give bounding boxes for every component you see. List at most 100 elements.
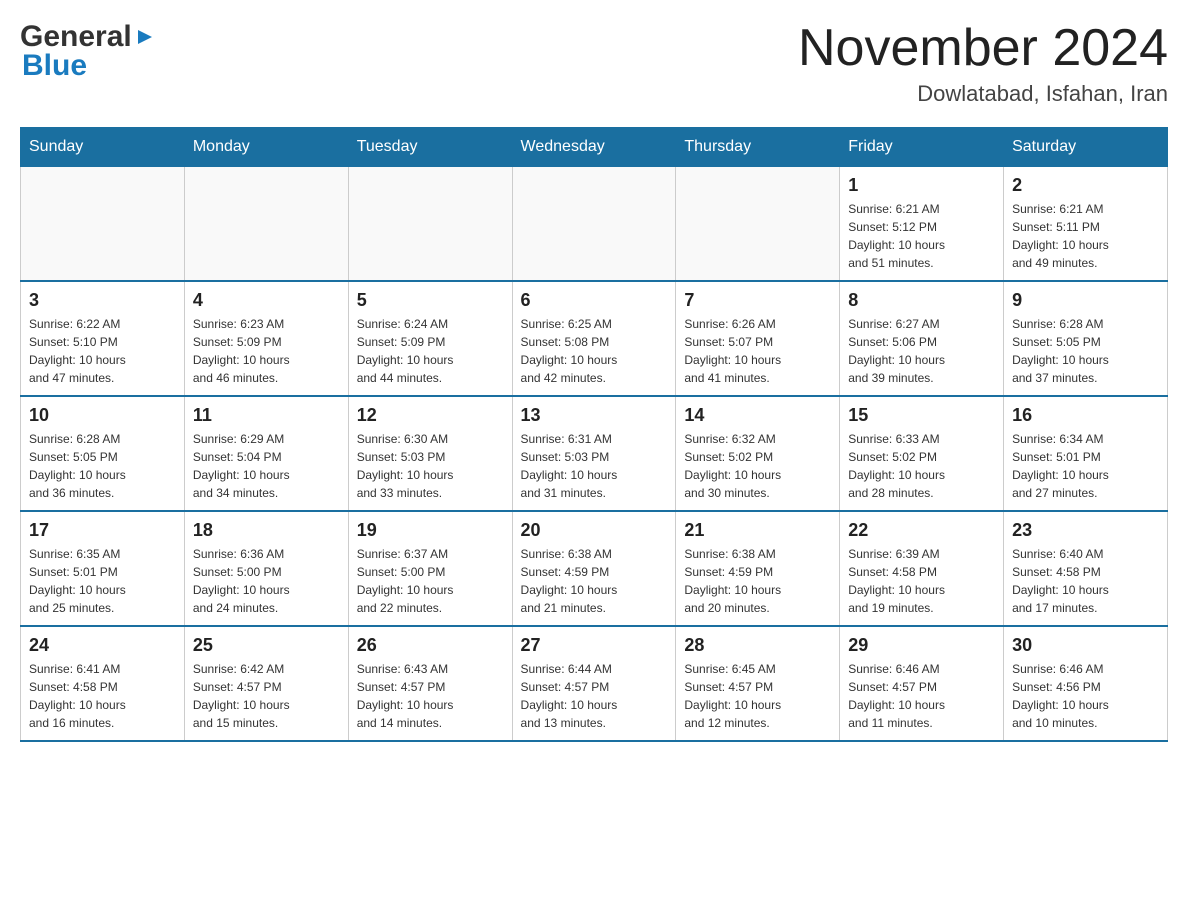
weekday-header-thursday: Thursday	[676, 128, 840, 167]
calendar-cell: 15Sunrise: 6:33 AMSunset: 5:02 PMDayligh…	[840, 396, 1004, 511]
day-info: Sunrise: 6:38 AMSunset: 4:59 PMDaylight:…	[684, 545, 831, 617]
calendar-cell: 21 Sunrise: 6:38 AMSunset: 4:59 PMDayligh…	[676, 511, 840, 626]
day-number: 16	[1012, 405, 1159, 426]
calendar-cell: 19 Sunrise: 6:37 AMSunset: 5:00 PMDayligh…	[348, 511, 512, 626]
day-number: 5	[357, 290, 504, 311]
day-info: Sunrise: 6:22 AMSunset: 5:10 PMDaylight:…	[29, 315, 176, 387]
calendar-cell: 9 Sunrise: 6:28 AMSunset: 5:05 PMDaylight…	[1004, 281, 1168, 396]
calendar-cell	[676, 167, 840, 282]
day-info: Sunrise: 6:25 AMSunset: 5:08 PMDaylight:…	[521, 315, 668, 387]
calendar-cell: 12 Sunrise: 6:30 AMSunset: 5:03 PMDayligh…	[348, 396, 512, 511]
day-info: Sunrise: 6:28 AMSunset: 5:05 PMDaylight:…	[29, 430, 176, 502]
day-info: Sunrise: 6:24 AMSunset: 5:09 PMDaylight:…	[357, 315, 504, 387]
day-number: 1	[848, 175, 995, 196]
weekday-header-monday: Monday	[184, 128, 348, 167]
day-info: Sunrise: 6:46 AMSunset: 4:56 PMDaylight:…	[1012, 660, 1159, 732]
day-info: Sunrise: 6:27 AMSunset: 5:06 PMDaylight:…	[848, 315, 995, 387]
weekday-header-tuesday: Tuesday	[348, 128, 512, 167]
day-info: Sunrise: 6:44 AMSunset: 4:57 PMDaylight:…	[521, 660, 668, 732]
calendar-cell: 16 Sunrise: 6:34 AMSunset: 5:01 PMDayligh…	[1004, 396, 1168, 511]
calendar-cell: 28 Sunrise: 6:45 AMSunset: 4:57 PMDayligh…	[676, 626, 840, 741]
calendar-cell	[512, 167, 676, 282]
calendar-cell: 22 Sunrise: 6:39 AMSunset: 4:58 PMDayligh…	[840, 511, 1004, 626]
calendar-cell: 25 Sunrise: 6:42 AMSunset: 4:57 PMDayligh…	[184, 626, 348, 741]
day-info: Sunrise: 6:21 AMSunset: 5:11 PMDaylight:…	[1012, 200, 1159, 272]
day-number: 27	[521, 635, 668, 656]
day-info: Sunrise: 6:21 AMSunset: 5:12 PMDaylight:…	[848, 200, 995, 272]
day-info: Sunrise: 6:39 AMSunset: 4:58 PMDaylight:…	[848, 545, 995, 617]
day-number: 2	[1012, 175, 1159, 196]
day-info: Sunrise: 6:30 AMSunset: 5:03 PMDaylight:…	[357, 430, 504, 502]
calendar-cell: 6 Sunrise: 6:25 AMSunset: 5:08 PMDaylight…	[512, 281, 676, 396]
calendar-cell: 8 Sunrise: 6:27 AMSunset: 5:06 PMDaylight…	[840, 281, 1004, 396]
day-info: Sunrise: 6:35 AMSunset: 5:01 PMDaylight:…	[29, 545, 176, 617]
calendar-cell: 27 Sunrise: 6:44 AMSunset: 4:57 PMDayligh…	[512, 626, 676, 741]
day-number: 24	[29, 635, 176, 656]
calendar-cell: 30 Sunrise: 6:46 AMSunset: 4:56 PMDayligh…	[1004, 626, 1168, 741]
calendar-cell: 1 Sunrise: 6:21 AMSunset: 5:12 PMDaylight…	[840, 167, 1004, 282]
calendar-cell: 20 Sunrise: 6:38 AMSunset: 4:59 PMDayligh…	[512, 511, 676, 626]
calendar-cell	[21, 167, 185, 282]
day-number: 9	[1012, 290, 1159, 311]
calendar-cell: 17 Sunrise: 6:35 AMSunset: 5:01 PMDayligh…	[21, 511, 185, 626]
logo: General Blue	[20, 20, 156, 83]
day-number: 25	[193, 635, 340, 656]
calendar-week-1: 1 Sunrise: 6:21 AMSunset: 5:12 PMDaylight…	[21, 167, 1168, 282]
calendar-cell: 7 Sunrise: 6:26 AMSunset: 5:07 PMDaylight…	[676, 281, 840, 396]
calendar-cell: 5 Sunrise: 6:24 AMSunset: 5:09 PMDaylight…	[348, 281, 512, 396]
calendar-week-3: 10 Sunrise: 6:28 AMSunset: 5:05 PMDayligh…	[21, 396, 1168, 511]
day-info: Sunrise: 6:31 AMSunset: 5:03 PMDaylight:…	[521, 430, 668, 502]
calendar-week-2: 3Sunrise: 6:22 AMSunset: 5:10 PMDaylight…	[21, 281, 1168, 396]
calendar-cell	[348, 167, 512, 282]
day-number: 20	[521, 520, 668, 541]
day-number: 12	[357, 405, 504, 426]
location-title: Dowlatabad, Isfahan, Iran	[798, 81, 1168, 107]
day-number: 22	[848, 520, 995, 541]
day-info: Sunrise: 6:37 AMSunset: 5:00 PMDaylight:…	[357, 545, 504, 617]
day-info: Sunrise: 6:28 AMSunset: 5:05 PMDaylight:…	[1012, 315, 1159, 387]
day-info: Sunrise: 6:23 AMSunset: 5:09 PMDaylight:…	[193, 315, 340, 387]
day-info: Sunrise: 6:29 AMSunset: 5:04 PMDaylight:…	[193, 430, 340, 502]
day-info: Sunrise: 6:36 AMSunset: 5:00 PMDaylight:…	[193, 545, 340, 617]
day-info: Sunrise: 6:38 AMSunset: 4:59 PMDaylight:…	[521, 545, 668, 617]
calendar-header-row: SundayMondayTuesdayWednesdayThursdayFrid…	[21, 128, 1168, 167]
weekday-header-saturday: Saturday	[1004, 128, 1168, 167]
calendar-cell: 13 Sunrise: 6:31 AMSunset: 5:03 PMDayligh…	[512, 396, 676, 511]
day-number: 11	[193, 405, 340, 426]
calendar-cell: 24Sunrise: 6:41 AMSunset: 4:58 PMDayligh…	[21, 626, 185, 741]
day-number: 21	[684, 520, 831, 541]
calendar-cell: 18 Sunrise: 6:36 AMSunset: 5:00 PMDayligh…	[184, 511, 348, 626]
day-number: 19	[357, 520, 504, 541]
page-header: General Blue November 2024 Dowlatabad, I…	[20, 20, 1168, 107]
day-info: Sunrise: 6:34 AMSunset: 5:01 PMDaylight:…	[1012, 430, 1159, 502]
day-info: Sunrise: 6:42 AMSunset: 4:57 PMDaylight:…	[193, 660, 340, 732]
calendar-cell: 11 Sunrise: 6:29 AMSunset: 5:04 PMDayligh…	[184, 396, 348, 511]
day-number: 17	[29, 520, 176, 541]
day-number: 6	[521, 290, 668, 311]
calendar-cell: 3Sunrise: 6:22 AMSunset: 5:10 PMDaylight…	[21, 281, 185, 396]
day-info: Sunrise: 6:46 AMSunset: 4:57 PMDaylight:…	[848, 660, 995, 732]
day-info: Sunrise: 6:40 AMSunset: 4:58 PMDaylight:…	[1012, 545, 1159, 617]
day-number: 8	[848, 290, 995, 311]
logo-blue-text: Blue	[20, 49, 87, 83]
day-info: Sunrise: 6:45 AMSunset: 4:57 PMDaylight:…	[684, 660, 831, 732]
weekday-header-wednesday: Wednesday	[512, 128, 676, 167]
day-number: 4	[193, 290, 340, 311]
day-number: 26	[357, 635, 504, 656]
day-info: Sunrise: 6:26 AMSunset: 5:07 PMDaylight:…	[684, 315, 831, 387]
day-number: 10	[29, 405, 176, 426]
day-number: 28	[684, 635, 831, 656]
day-number: 7	[684, 290, 831, 311]
calendar-cell: 14Sunrise: 6:32 AMSunset: 5:02 PMDayligh…	[676, 396, 840, 511]
calendar-cell: 29 Sunrise: 6:46 AMSunset: 4:57 PMDayligh…	[840, 626, 1004, 741]
day-number: 29	[848, 635, 995, 656]
calendar-week-5: 24Sunrise: 6:41 AMSunset: 4:58 PMDayligh…	[21, 626, 1168, 741]
day-number: 13	[521, 405, 668, 426]
day-number: 30	[1012, 635, 1159, 656]
month-title: November 2024	[798, 20, 1168, 77]
day-number: 18	[193, 520, 340, 541]
day-info: Sunrise: 6:43 AMSunset: 4:57 PMDaylight:…	[357, 660, 504, 732]
weekday-header-friday: Friday	[840, 128, 1004, 167]
calendar-cell	[184, 167, 348, 282]
day-info: Sunrise: 6:33 AMSunset: 5:02 PMDaylight:…	[848, 430, 995, 502]
